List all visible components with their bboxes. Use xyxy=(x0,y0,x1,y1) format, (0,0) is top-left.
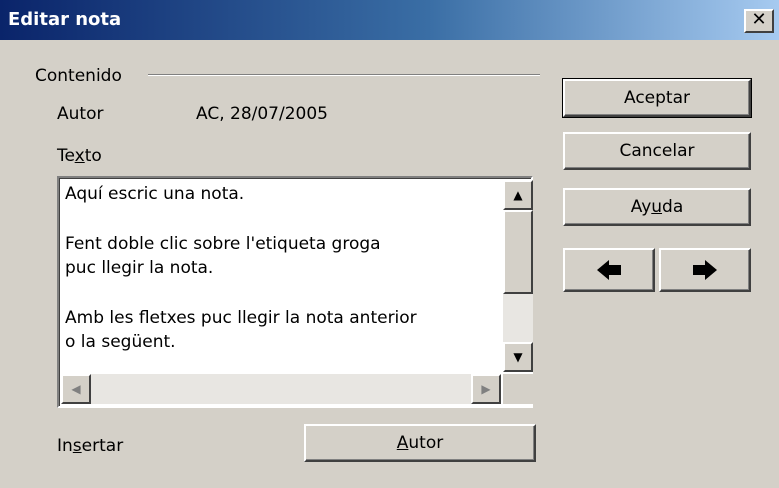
next-note-button[interactable] xyxy=(659,248,751,292)
vertical-scroll-thumb[interactable] xyxy=(503,210,533,294)
close-button[interactable]: ✕ xyxy=(744,9,774,33)
scrollbar-corner xyxy=(503,374,533,404)
scroll-down-button[interactable]: ▼ xyxy=(503,342,533,372)
group-divider xyxy=(148,74,540,76)
up-arrow-icon: ▲ xyxy=(513,188,523,202)
help-button[interactable]: Ayuda xyxy=(563,188,751,226)
note-text-area[interactable]: Aquí escric una nota. Fent doble clic so… xyxy=(57,176,533,408)
insert-author-button[interactable]: Autor xyxy=(304,424,536,462)
vertical-scrollbar[interactable]: ▲ ▼ xyxy=(503,180,533,372)
left-arrow-icon xyxy=(597,260,621,280)
scroll-left-button[interactable]: ◀ xyxy=(61,374,91,404)
accept-button[interactable]: Aceptar xyxy=(562,78,752,118)
insert-label: Insertar xyxy=(57,436,124,456)
title-bar: Editar nota ✕ xyxy=(0,0,779,40)
author-value: AC, 28/07/2005 xyxy=(196,104,328,124)
note-line: Aquí escric una nota. xyxy=(65,184,245,204)
close-icon: ✕ xyxy=(751,9,767,30)
note-line: o la següent. xyxy=(65,332,176,352)
left-arrow-icon: ◀ xyxy=(71,382,81,396)
window-title: Editar nota xyxy=(8,9,122,30)
right-arrow-icon: ▶ xyxy=(481,382,491,396)
horizontal-scrollbar[interactable]: ◀ ▶ xyxy=(61,374,501,404)
scroll-up-button[interactable]: ▲ xyxy=(503,180,533,210)
down-arrow-icon: ▼ xyxy=(513,350,523,364)
cancel-button[interactable]: Cancelar xyxy=(563,132,751,170)
content-group-label: Contenido xyxy=(35,66,122,86)
right-arrow-icon xyxy=(693,260,717,280)
note-line: Amb les fletxes puc llegir la nota anter… xyxy=(65,308,417,328)
previous-note-button[interactable] xyxy=(563,248,655,292)
text-label: Texto xyxy=(57,146,102,166)
note-line: Fent doble clic sobre l'etiqueta groga xyxy=(65,234,381,254)
scroll-right-button[interactable]: ▶ xyxy=(471,374,501,404)
note-line: puc llegir la nota. xyxy=(65,258,214,278)
author-label: Autor xyxy=(57,104,104,124)
